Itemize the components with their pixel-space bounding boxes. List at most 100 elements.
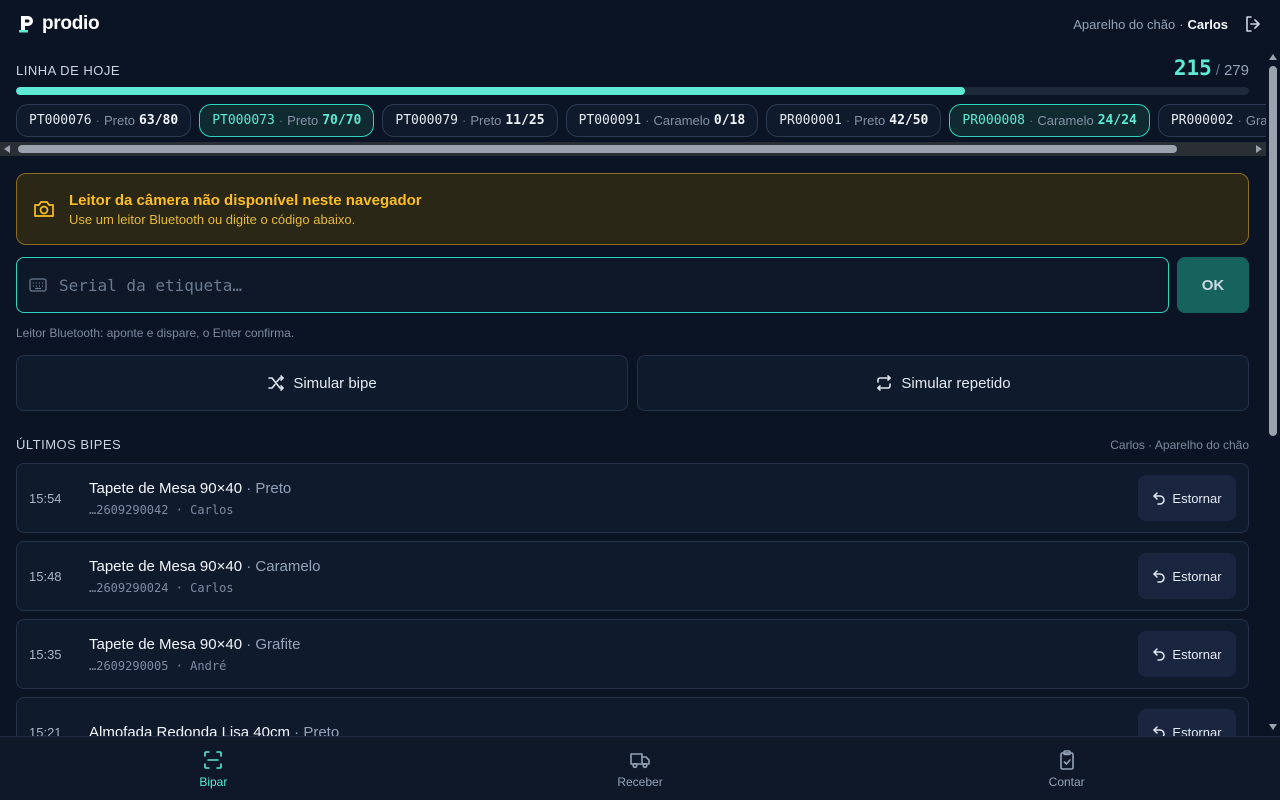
simulate-repeat-button[interactable]: Simular repetido — [637, 355, 1249, 411]
chip-color: Grafite — [1245, 113, 1266, 128]
separator: · — [1179, 16, 1184, 32]
scan-details: …2609290024 · Carlos — [89, 580, 234, 595]
bottom-nav: Bipar Receber Contar — [0, 736, 1280, 800]
today-count: 215 / 279 — [1174, 56, 1249, 80]
product-variant-separator: · — [246, 635, 252, 653]
product-variant: Preto — [303, 723, 340, 737]
undo-scan-button[interactable]: Estornar — [1138, 709, 1236, 736]
chip-code: PT000073 — [212, 113, 275, 128]
logout-button[interactable] — [1244, 15, 1262, 33]
scan-user: Carlos — [190, 580, 234, 595]
today-label: LINHA DE HOJE — [16, 63, 121, 78]
today-header: LINHA DE HOJE 215 / 279 — [16, 56, 1249, 80]
chip-separator: · — [845, 113, 851, 128]
chip-quantity: 63/80 — [139, 113, 179, 128]
scroll-down-icon[interactable] — [1269, 724, 1277, 730]
chip-color: Preto — [287, 113, 319, 128]
nav-bipar[interactable]: Bipar — [0, 737, 427, 800]
today-progress-bar — [16, 87, 1249, 95]
device-name: Aparelho do chão — [1073, 16, 1176, 32]
scan-row: 15:21 Almofada Redonda Lisa 40cm · Preto E… — [16, 697, 1249, 736]
order-chip[interactable]: PT000079 · Preto 11/25 — [382, 104, 558, 137]
horizontal-scroll-thumb[interactable] — [18, 145, 1177, 153]
last-scans-meta: Carlos · Aparelho do chão — [1110, 437, 1249, 452]
camera-warning: Leitor da câmera não disponível neste na… — [16, 173, 1249, 245]
vertical-scrollbar[interactable] — [1266, 48, 1280, 736]
undo-label: Estornar — [1172, 646, 1222, 662]
last-scans-list: 15:54 Tapete de Mesa 90×40 · Preto …260929… — [16, 463, 1249, 736]
undo-icon — [1153, 648, 1166, 661]
simulate-repeat-label: Simular repetido — [901, 374, 1011, 392]
undo-icon — [1153, 570, 1166, 583]
repeat-icon — [877, 375, 892, 391]
order-chip[interactable]: PT000073 · Preto 70/70 — [199, 104, 375, 137]
undo-label: Estornar — [1172, 490, 1222, 506]
main-content: LINHA DE HOJE 215 / 279 PT000076 · Preto 63… — [0, 48, 1266, 736]
product-name: Tapete de Mesa 90×40 — [89, 479, 243, 497]
truck-icon — [630, 752, 650, 768]
session-info: Aparelho do chão · Carlos — [1073, 15, 1262, 33]
vertical-scroll-thumb[interactable] — [1269, 66, 1277, 436]
scan-user: Carlos — [190, 502, 234, 517]
chip-separator: · — [1029, 113, 1034, 128]
undo-icon — [1153, 492, 1166, 505]
scan-icon — [204, 750, 223, 769]
scan-product: Almofada Redonda Lisa 40cm · Preto — [89, 724, 1138, 737]
order-chip[interactable]: PR000002·Grafite — [1157, 104, 1266, 137]
scan-time: 15:48 — [29, 568, 62, 584]
product-variant: Caramelo — [255, 557, 321, 575]
product-name: Tapete de Mesa 90×40 — [89, 557, 243, 575]
undo-scan-button[interactable]: Estornar — [1138, 475, 1236, 521]
nav-contar[interactable]: Contar — [853, 737, 1280, 800]
bluetooth-hint: Leitor Bluetooth: aponte e dispare, o En… — [16, 326, 295, 340]
horizontal-scrollbar[interactable] — [0, 142, 1266, 156]
undo-scan-button[interactable]: Estornar — [1138, 631, 1236, 677]
simulate-scan-label: Simular bipe — [293, 374, 377, 392]
nav-receber[interactable]: Receber — [427, 737, 854, 800]
order-chip[interactable]: PT000076 · Preto 63/80 — [16, 104, 192, 137]
count-done: 215 — [1173, 56, 1212, 80]
clipboard-check-icon — [1059, 749, 1074, 770]
simulate-scan-button[interactable]: Simular bipe — [16, 355, 628, 411]
chip-color: Caramelo — [653, 113, 710, 128]
scroll-right-icon[interactable] — [1256, 145, 1262, 153]
today-progress-fill — [16, 87, 966, 95]
scan-row: 15:54 Tapete de Mesa 90×40 · Preto …260929… — [16, 463, 1249, 533]
product-name: Almofada Redonda Lisa 40cm — [89, 723, 290, 737]
user-name: Carlos — [1187, 16, 1228, 32]
chip-color: Caramelo — [1037, 113, 1094, 128]
chip-separator: · — [645, 113, 650, 128]
scan-user: André — [190, 658, 227, 673]
chip-quantity: 24/24 — [1097, 113, 1137, 128]
chip-quantity: 0/18 — [713, 113, 746, 128]
undo-icon — [1153, 726, 1166, 736]
scan-time: 15:21 — [29, 724, 62, 737]
serial-input[interactable] — [59, 275, 1156, 295]
chip-quantity: 42/50 — [889, 113, 929, 128]
order-chip[interactable]: PT000091 · Caramelo 0/18 — [565, 104, 759, 137]
ok-button[interactable]: OK — [1177, 257, 1249, 313]
order-chip[interactable]: PR000001 · Preto 42/50 — [766, 104, 942, 137]
order-chip[interactable]: PR000008 · Caramelo 24/24 — [949, 104, 1150, 137]
scan-time: 15:35 — [29, 646, 62, 662]
shuffle-icon — [268, 375, 285, 391]
nav-label: Bipar — [199, 774, 228, 789]
chip-color: Preto — [854, 113, 886, 128]
nav-label: Contar — [1048, 774, 1085, 789]
warning-subtitle: Use um leitor Bluetooth ou digite o códi… — [69, 211, 356, 227]
scan-row: 15:35 Tapete de Mesa 90×40 · Grafite …2609… — [16, 619, 1249, 689]
undo-scan-button[interactable]: Estornar — [1138, 553, 1236, 599]
undo-label: Estornar — [1172, 568, 1222, 584]
scan-product: Tapete de Mesa 90×40 · Caramelo — [89, 558, 1138, 575]
chip-code: PR000001 — [779, 113, 842, 128]
scroll-left-icon[interactable] — [4, 145, 10, 153]
scroll-up-icon[interactable] — [1269, 54, 1277, 60]
scan-row: 15:48 Tapete de Mesa 90×40 · Caramelo …260… — [16, 541, 1249, 611]
product-variant-separator: · — [246, 479, 252, 497]
chip-code: PR000008 — [962, 113, 1026, 128]
chip-separator: · — [95, 113, 100, 128]
chip-color: Preto — [103, 113, 136, 128]
serial-field[interactable] — [16, 257, 1169, 313]
chip-code: PT000091 — [578, 113, 642, 128]
chip-color: Preto — [470, 113, 502, 128]
